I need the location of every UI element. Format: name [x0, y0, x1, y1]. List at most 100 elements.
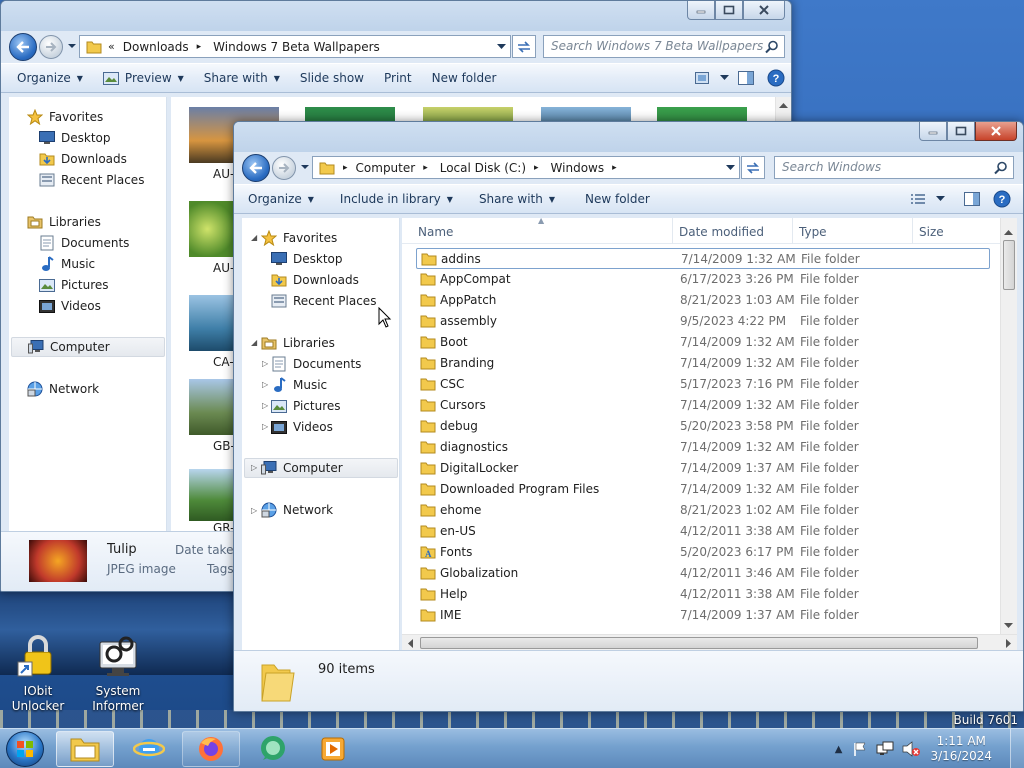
expand-arrow-icon[interactable]: ▷ — [262, 380, 268, 389]
column-divider[interactable] — [792, 218, 793, 244]
expand-arrow-icon[interactable]: ▷ — [251, 506, 257, 515]
thumbnail-image[interactable] — [189, 379, 235, 435]
address-dropdown[interactable] — [492, 36, 510, 57]
scroll-up-icon[interactable] — [1001, 226, 1016, 240]
nav-network[interactable]: Network — [261, 502, 333, 518]
back-button[interactable] — [242, 154, 270, 182]
nav-downloads[interactable]: Downloads — [271, 272, 359, 288]
nav-favorites[interactable]: Favorites — [27, 109, 103, 125]
table-row[interactable]: en-US 4/12/2011 3:38 AM File folder — [416, 521, 990, 542]
breadcrumb-downloads[interactable]: Downloads ▸ — [123, 40, 209, 54]
chevron-right-icon[interactable]: ▸ — [534, 163, 539, 173]
help-button[interactable]: ? — [987, 187, 1017, 211]
minimize-button[interactable] — [919, 122, 947, 141]
column-name[interactable]: Name — [418, 225, 453, 239]
table-row[interactable]: addins 7/14/2009 1:32 AM File folder — [416, 248, 990, 269]
explorer-window-windows[interactable]: ▸ Computer ▸ Local Disk (C:) ▸ Windows ▸ Se… — [233, 121, 1024, 712]
action-center-flag-icon[interactable] — [852, 741, 868, 757]
recent-pages-icon[interactable] — [300, 162, 310, 172]
desktop-icon-iobit-unlocker[interactable]: IObit Unlocker — [6, 632, 70, 714]
slide-show-button[interactable]: Slide show — [290, 66, 374, 90]
nav-pictures[interactable]: Pictures — [271, 398, 341, 414]
thumbnail-image[interactable] — [189, 295, 235, 351]
nav-music[interactable]: Music — [39, 256, 95, 272]
show-desktop-button[interactable] — [1010, 729, 1024, 768]
scroll-left-icon[interactable] — [404, 636, 418, 651]
preview-pane-button[interactable] — [957, 187, 987, 211]
view-dropdown[interactable] — [933, 187, 947, 211]
nav-libraries[interactable]: Libraries — [261, 335, 335, 351]
expand-arrow-icon[interactable]: ▷ — [262, 359, 268, 368]
taskbar-firefox[interactable] — [182, 731, 240, 767]
file-list[interactable]: ▲ Name Date modified Type Size addins 7/1… — [402, 218, 1000, 634]
new-folder-button[interactable]: New folder — [422, 66, 507, 90]
nav-music[interactable]: Music — [271, 377, 327, 393]
nav-videos[interactable]: Videos — [39, 298, 101, 314]
navigation-pane[interactable]: ◢ Favorites Desktop Downloads Recent Pla… — [242, 218, 400, 653]
nav-videos[interactable]: Videos — [271, 419, 333, 435]
chevron-right-icon[interactable]: ▸ — [197, 42, 202, 52]
breadcrumb-computer[interactable]: Computer ▸ — [356, 161, 436, 175]
refresh-button[interactable] — [512, 35, 536, 58]
column-divider[interactable] — [912, 218, 913, 244]
scroll-thumb[interactable] — [420, 637, 978, 649]
chevron-right-icon[interactable]: ▸ — [612, 163, 617, 173]
expand-arrow-icon[interactable]: ▷ — [251, 463, 257, 472]
forward-button[interactable] — [39, 35, 63, 59]
share-with-button[interactable]: Share with ▼ — [194, 66, 290, 90]
taskbar-explorer[interactable] — [56, 731, 114, 767]
nav-desktop[interactable]: Desktop — [271, 251, 343, 267]
breadcrumb-local-disk[interactable]: Local Disk (C:) ▸ — [440, 161, 547, 175]
table-row[interactable]: Help 4/12/2011 3:38 AM File folder — [416, 584, 990, 605]
table-row[interactable]: AppCompat 6/17/2023 3:26 PM File folder — [416, 269, 990, 290]
nav-desktop[interactable]: Desktop — [39, 130, 111, 146]
table-row[interactable]: Downloaded Program Files 7/14/2009 1:32 A… — [416, 479, 990, 500]
organize-button[interactable]: Organize ▼ — [1, 66, 93, 90]
expand-arrow-icon[interactable]: ▷ — [262, 422, 268, 431]
table-row[interactable]: Cursors 7/14/2009 1:32 AM File folder — [416, 395, 990, 416]
taskbar-internet-explorer[interactable] — [120, 731, 178, 767]
share-with-button[interactable]: Share with ▼ — [463, 187, 565, 211]
table-row[interactable]: assembly 9/5/2023 4:22 PM File folder — [416, 311, 990, 332]
back-button[interactable] — [9, 33, 37, 61]
search-input[interactable]: Search Windows — [774, 156, 1014, 179]
table-row[interactable]: A Fonts 5/20/2023 6:17 PM File folder — [416, 542, 990, 563]
taskbar-media-player[interactable] — [304, 731, 362, 767]
breadcrumb-windows[interactable]: Windows ▸ — [551, 161, 625, 175]
scroll-right-icon[interactable] — [1001, 636, 1015, 651]
clock[interactable]: 1:11 AM 3/16/2024 — [930, 734, 992, 764]
thumbnail-image[interactable] — [189, 469, 235, 521]
help-button[interactable]: ? — [761, 66, 791, 90]
nav-computer[interactable]: ▷ Computer — [244, 458, 398, 478]
nav-documents[interactable]: Documents — [271, 356, 361, 372]
chevron-right-icon[interactable]: ▸ — [343, 163, 348, 173]
close-button[interactable] — [975, 122, 1017, 141]
scroll-down-icon[interactable] — [1001, 618, 1016, 632]
vertical-scrollbar[interactable] — [1000, 218, 1017, 634]
nav-recent-places[interactable]: Recent Places — [271, 293, 376, 309]
table-row[interactable]: debug 5/20/2023 3:58 PM File folder — [416, 416, 990, 437]
organize-button[interactable]: Organize ▼ — [234, 187, 324, 211]
minimize-button[interactable] — [687, 1, 715, 20]
breadcrumb-overflow[interactable]: « — [108, 40, 115, 53]
table-row[interactable]: Globalization 4/12/2011 3:46 AM File folde… — [416, 563, 990, 584]
column-size[interactable]: Size — [919, 225, 944, 239]
table-row[interactable]: AppPatch 8/21/2023 1:03 AM File folder — [416, 290, 990, 311]
view-dropdown[interactable] — [717, 66, 731, 90]
preview-pane-button[interactable] — [731, 66, 761, 90]
volume-muted-icon[interactable] — [902, 741, 921, 757]
start-button[interactable] — [6, 731, 44, 767]
nav-libraries[interactable]: Libraries — [27, 214, 101, 230]
new-folder-button[interactable]: New folder — [565, 187, 660, 211]
column-divider[interactable] — [672, 218, 673, 244]
table-row[interactable]: IME 7/14/2009 1:37 AM File folder — [416, 605, 990, 626]
column-date-modified[interactable]: Date modified — [679, 225, 764, 239]
column-type[interactable]: Type — [799, 225, 827, 239]
nav-documents[interactable]: Documents — [39, 235, 129, 251]
nav-downloads[interactable]: Downloads — [39, 151, 127, 167]
navigation-pane[interactable]: Favorites Desktop Downloads Recent Place… — [9, 97, 167, 531]
horizontal-scrollbar[interactable] — [402, 634, 1017, 651]
search-input[interactable]: Search Windows 7 Beta Wallpapers — [543, 35, 785, 58]
forward-button[interactable] — [272, 156, 296, 180]
table-row[interactable]: ehome 8/21/2023 1:02 AM File folder — [416, 500, 990, 521]
